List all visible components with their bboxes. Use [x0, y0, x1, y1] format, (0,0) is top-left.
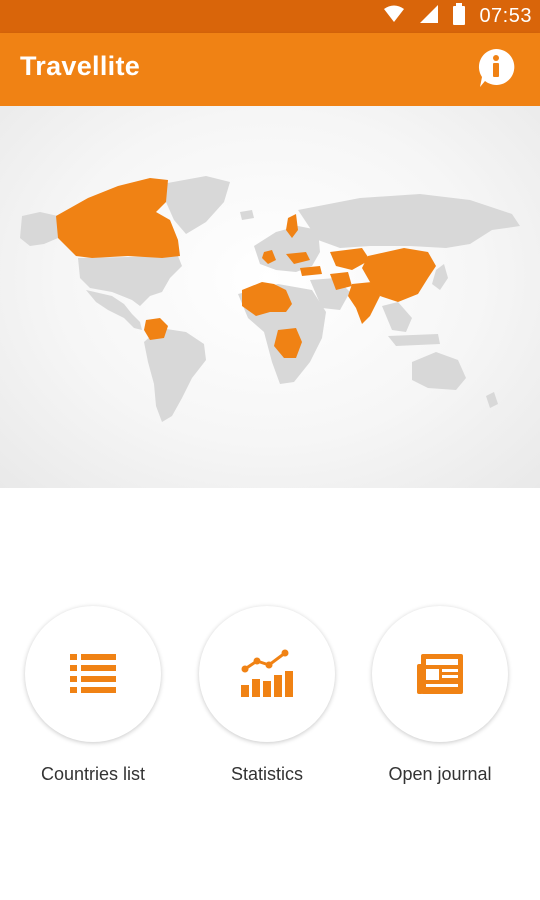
map-country-se-asia	[382, 302, 412, 332]
statistics-button[interactable]: Statistics	[177, 600, 357, 785]
app-title: Travellite	[20, 51, 141, 81]
statistics-label: Statistics	[230, 764, 304, 784]
map-country-iceland	[240, 210, 254, 220]
open-journal-circle[interactable]	[372, 606, 508, 742]
app-bar: Travellite	[0, 33, 540, 106]
map-country-greenland	[162, 176, 230, 234]
map-country-russia	[298, 194, 520, 248]
info-bubble-icon	[478, 48, 515, 87]
map-country-new-zealand	[486, 392, 498, 408]
countries-list-label: Countries list	[40, 764, 146, 784]
map-country-canada	[56, 178, 180, 258]
newspaper-icon	[417, 654, 463, 694]
map-country-south-america	[144, 328, 206, 422]
map-country-alaska	[20, 212, 58, 246]
countries-list-button[interactable]: Countries list	[3, 600, 183, 785]
info-button[interactable]	[476, 47, 516, 89]
wifi-icon	[383, 5, 405, 28]
battery-icon	[453, 3, 466, 30]
open-journal-label: Open journal	[388, 764, 492, 784]
cell-signal-icon	[419, 4, 439, 29]
map-country-colombia	[144, 318, 168, 340]
open-journal-button[interactable]: Open journal	[350, 600, 530, 785]
status-time: 07:53	[479, 5, 532, 27]
action-buttons: Countries list Statistics Open journal	[0, 600, 540, 800]
map-country-indonesia	[388, 334, 440, 346]
world-map[interactable]	[0, 106, 540, 488]
countries-list-circle[interactable]	[25, 606, 161, 742]
status-bar: 07:53	[0, 0, 540, 33]
statistics-circle[interactable]	[199, 606, 335, 742]
map-country-europe	[254, 226, 320, 272]
chart-icon	[241, 649, 293, 697]
list-icon	[70, 654, 116, 693]
status-icons: 07:53	[383, 0, 532, 33]
map-country-australia	[412, 352, 466, 390]
